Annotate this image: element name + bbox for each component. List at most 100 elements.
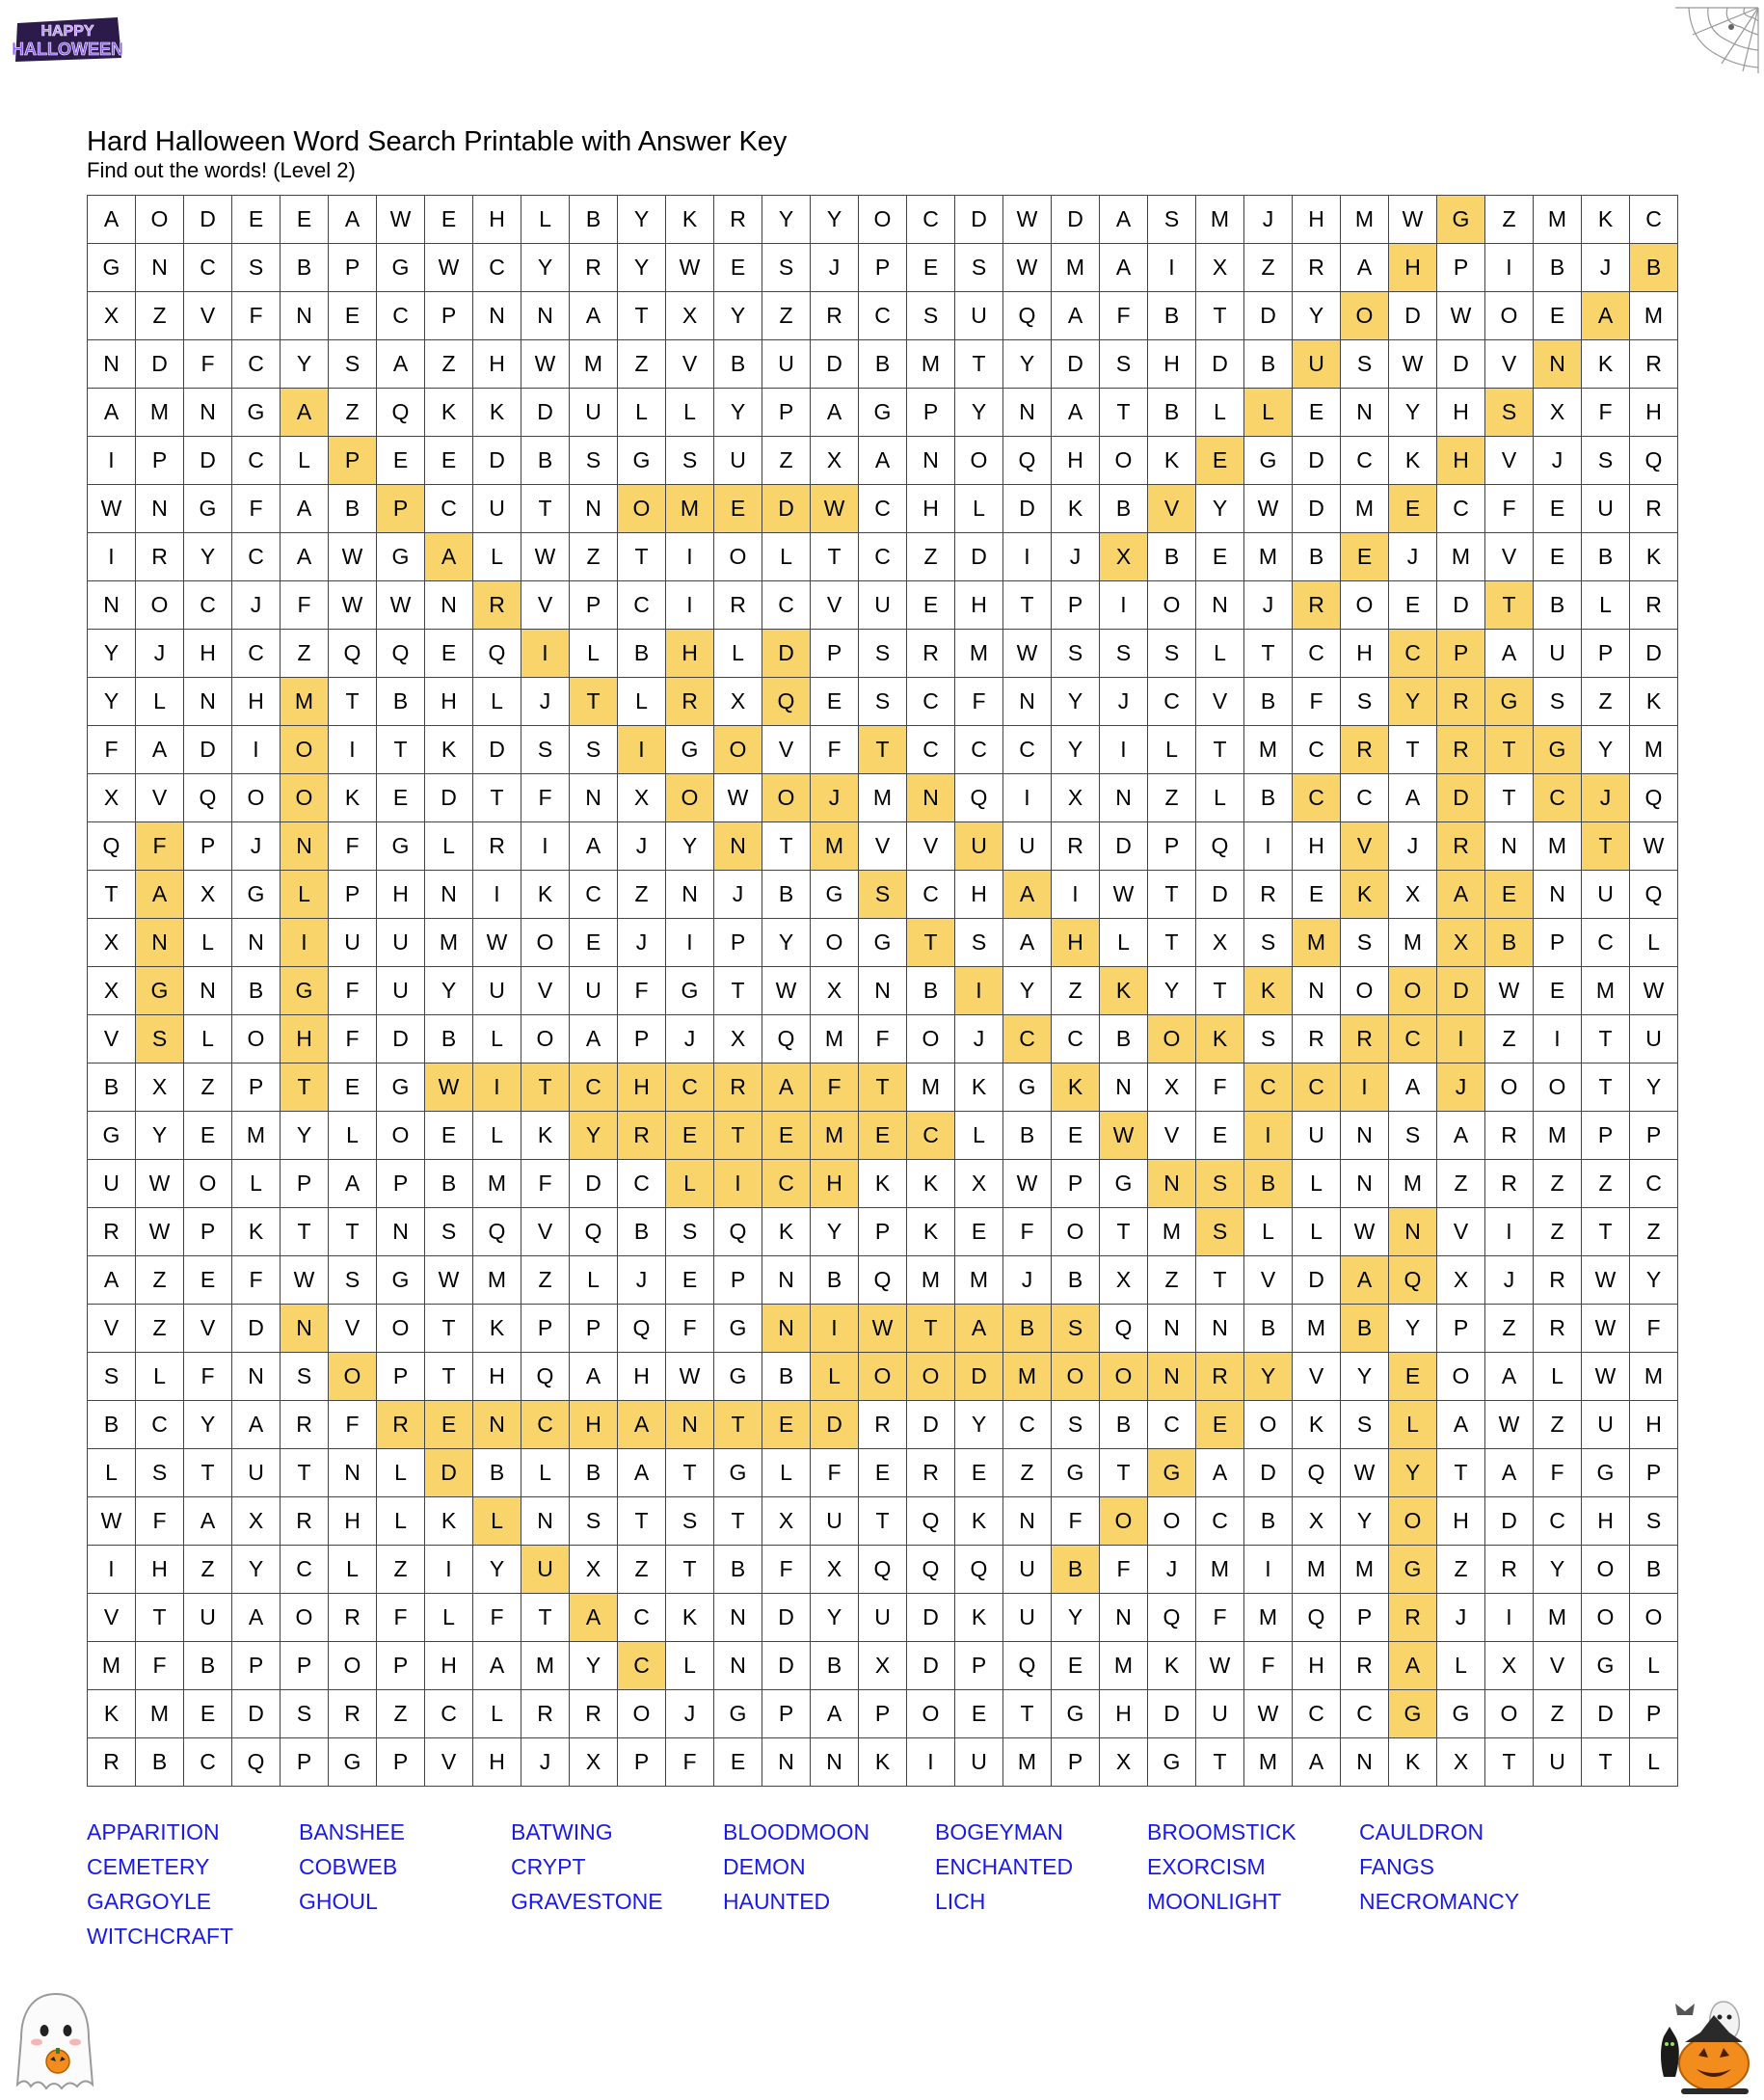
grid-cell[interactable]: U (859, 581, 907, 630)
grid-cell[interactable]: L (473, 678, 521, 726)
grid-cell[interactable]: B (184, 1642, 232, 1690)
grid-cell[interactable]: P (1437, 244, 1485, 292)
grid-cell[interactable]: X (1196, 919, 1244, 967)
grid-cell[interactable]: Y (1389, 678, 1437, 726)
grid-cell[interactable]: D (1582, 1690, 1630, 1738)
grid-cell[interactable]: T (1196, 292, 1244, 340)
grid-cell[interactable]: T (1196, 967, 1244, 1015)
grid-cell[interactable]: A (570, 822, 618, 871)
grid-cell[interactable]: M (1437, 533, 1485, 581)
grid-cell[interactable]: B (859, 340, 907, 389)
grid-cell[interactable]: L (473, 1015, 521, 1063)
grid-cell[interactable]: R (1534, 1305, 1582, 1353)
grid-cell[interactable]: H (1341, 630, 1389, 678)
grid-cell[interactable]: W (1582, 1305, 1630, 1353)
grid-cell[interactable]: U (714, 437, 762, 485)
grid-cell[interactable]: P (1052, 581, 1100, 630)
grid-cell[interactable]: O (1341, 967, 1389, 1015)
grid-cell[interactable]: A (232, 1594, 281, 1642)
grid-cell[interactable]: D (907, 1594, 955, 1642)
grid-cell[interactable]: W (1244, 1690, 1293, 1738)
grid-cell[interactable]: Y (425, 967, 473, 1015)
grid-cell[interactable]: E (714, 485, 762, 533)
grid-cell[interactable]: I (907, 1738, 955, 1787)
grid-cell[interactable]: M (136, 389, 184, 437)
grid-cell[interactable]: C (136, 1401, 184, 1449)
grid-cell[interactable]: Z (1534, 1160, 1582, 1208)
grid-cell[interactable]: O (955, 437, 1003, 485)
grid-cell[interactable]: P (1148, 822, 1196, 871)
grid-cell[interactable]: H (377, 871, 425, 919)
grid-cell[interactable]: W (1003, 196, 1052, 244)
grid-cell[interactable]: Y (1196, 485, 1244, 533)
grid-cell[interactable]: F (136, 1642, 184, 1690)
grid-cell[interactable]: J (1437, 1594, 1485, 1642)
grid-cell[interactable]: F (329, 967, 377, 1015)
grid-cell[interactable]: Q (762, 678, 811, 726)
grid-cell[interactable]: C (1389, 630, 1437, 678)
grid-cell[interactable]: K (907, 1160, 955, 1208)
grid-cell[interactable]: K (1630, 533, 1678, 581)
grid-cell[interactable]: G (1437, 196, 1485, 244)
grid-cell[interactable]: J (1582, 244, 1630, 292)
grid-cell[interactable]: M (1534, 1594, 1582, 1642)
grid-cell[interactable]: E (232, 196, 281, 244)
grid-cell[interactable]: F (1003, 1208, 1052, 1256)
word-list-item[interactable]: CRYPT (511, 1849, 723, 1884)
grid-cell[interactable]: Q (570, 1208, 618, 1256)
grid-cell[interactable]: W (714, 774, 762, 822)
grid-cell[interactable]: J (136, 630, 184, 678)
grid-cell[interactable]: X (618, 774, 666, 822)
grid-cell[interactable]: D (1052, 340, 1100, 389)
grid-cell[interactable]: R (618, 1112, 666, 1160)
grid-cell[interactable]: X (1534, 389, 1582, 437)
grid-cell[interactable]: T (1582, 1738, 1630, 1787)
grid-cell[interactable]: M (136, 1690, 184, 1738)
grid-cell[interactable]: C (570, 871, 618, 919)
grid-cell[interactable]: M (1630, 292, 1678, 340)
grid-cell[interactable]: M (1244, 1738, 1293, 1787)
grid-cell[interactable]: M (1003, 1738, 1052, 1787)
grid-cell[interactable]: I (88, 1546, 136, 1594)
grid-cell[interactable]: T (618, 533, 666, 581)
grid-cell[interactable]: H (232, 678, 281, 726)
grid-cell[interactable]: Z (1052, 967, 1100, 1015)
grid-cell[interactable]: C (859, 533, 907, 581)
grid-cell[interactable]: T (425, 1353, 473, 1401)
grid-cell[interactable]: L (1244, 389, 1293, 437)
grid-cell[interactable]: N (329, 1449, 377, 1497)
grid-cell[interactable]: T (859, 726, 907, 774)
grid-cell[interactable]: D (232, 1305, 281, 1353)
grid-cell[interactable]: V (184, 1305, 232, 1353)
grid-cell[interactable]: M (955, 630, 1003, 678)
grid-cell[interactable]: E (1534, 967, 1582, 1015)
grid-cell[interactable]: Z (1148, 1256, 1196, 1305)
grid-cell[interactable]: Q (1630, 437, 1678, 485)
grid-cell[interactable]: P (714, 919, 762, 967)
grid-cell[interactable]: M (907, 1256, 955, 1305)
grid-cell[interactable]: U (1582, 1401, 1630, 1449)
grid-cell[interactable]: C (1196, 1497, 1244, 1546)
grid-cell[interactable]: U (570, 967, 618, 1015)
grid-cell[interactable]: J (1100, 678, 1148, 726)
grid-cell[interactable]: C (1003, 726, 1052, 774)
grid-cell[interactable]: H (1100, 1690, 1148, 1738)
grid-cell[interactable]: D (1293, 1256, 1341, 1305)
grid-cell[interactable]: S (1534, 678, 1582, 726)
word-list-item[interactable]: GRAVESTONE (511, 1884, 723, 1919)
grid-cell[interactable]: M (907, 340, 955, 389)
grid-cell[interactable]: G (1582, 1449, 1630, 1497)
grid-cell[interactable]: Y (1244, 1353, 1293, 1401)
grid-cell[interactable]: H (666, 630, 714, 678)
grid-cell[interactable]: N (859, 967, 907, 1015)
grid-cell[interactable]: P (1437, 630, 1485, 678)
grid-cell[interactable]: T (1485, 581, 1534, 630)
grid-cell[interactable]: I (521, 822, 570, 871)
grid-cell[interactable]: D (184, 196, 232, 244)
grid-cell[interactable]: B (1244, 340, 1293, 389)
grid-cell[interactable]: S (1244, 919, 1293, 967)
grid-cell[interactable]: M (811, 1015, 859, 1063)
grid-cell[interactable]: R (1341, 1642, 1389, 1690)
grid-cell[interactable]: F (136, 1497, 184, 1546)
grid-cell[interactable]: F (1293, 678, 1341, 726)
